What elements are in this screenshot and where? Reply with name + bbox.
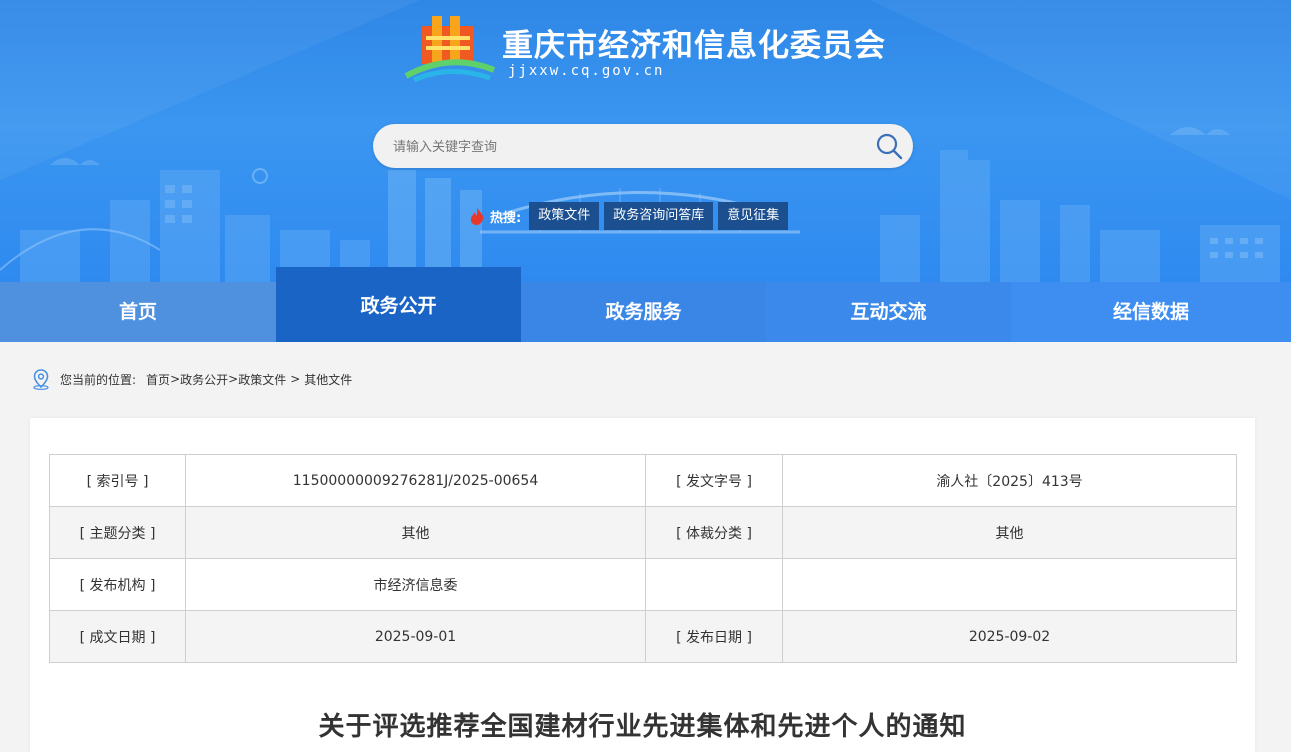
meta-value-index-number: 11500000009276281J/2025-00654 [185,454,646,507]
meta-value-creation-date: 2025-09-01 [185,610,646,663]
nav-government-affairs-disclosure[interactable]: 政务公开 [276,267,521,342]
main-nav: 首页 政务公开 政务服务 互动交流 经信数据 [0,267,1291,342]
search-icon[interactable] [875,132,903,160]
table-row: [ 主题分类 ] 其他 [ 体裁分类 ] 其他 [49,506,1237,559]
hot-tag-consultation-qa[interactable]: 政务咨询问答库 [604,202,714,230]
meta-key-subject-category: [ 主题分类 ] [49,506,186,559]
site-domain: jjxxw.cq.gov.cn [508,63,665,79]
site-header: 重庆市经济和信息化委员会 jjxxw.cq.gov.cn 热搜: 政策文件 政务… [0,0,1291,282]
breadcrumb-current[interactable]: 其他文件 [304,371,352,388]
location-pin-icon [33,369,49,390]
meta-key-empty [645,558,783,611]
hot-search-label: 热搜: [490,210,522,226]
table-row: [ 索引号 ] 11500000009276281J/2025-00654 [ … [49,454,1237,507]
breadcrumb-prefix: 您当前的位置: [60,372,137,387]
hot-tag-opinion-solicitation[interactable]: 意见征集 [718,202,789,230]
meta-value-publish-date: 2025-09-02 [782,610,1237,663]
nav-home[interactable]: 首页 [0,282,276,342]
breadcrumb-home[interactable]: 首页 [146,371,170,388]
table-row: [ 发布机构 ] 市经济信息委 [49,558,1237,611]
hot-tag-policy-documents[interactable]: 政策文件 [529,202,600,230]
document-metadata-table: [ 索引号 ] 11500000009276281J/2025-00654 [ … [49,454,1237,663]
meta-value-genre-category: 其他 [782,506,1237,559]
meta-key-index-number: [ 索引号 ] [49,454,186,507]
breadcrumb: 您当前的位置: 首页 > 政务公开 > 政策文件 > 其他文件 [30,366,352,392]
meta-value-empty [782,558,1237,611]
meta-key-document-number: [ 发文字号 ] [645,454,783,507]
government-emblem-icon [404,16,496,82]
meta-key-issuing-agency: [ 发布机构 ] [49,558,186,611]
breadcrumb-separator: > [228,372,239,386]
meta-value-subject-category: 其他 [185,506,646,559]
hot-search: 热搜: 政策文件 政务咨询问答库 意见征集 [468,201,793,231]
meta-key-genre-category: [ 体裁分类 ] [645,506,783,559]
meta-key-creation-date: [ 成文日期 ] [49,610,186,663]
site-title: 重庆市经济和信息化委员会 [502,28,886,64]
search-input[interactable] [391,124,855,170]
site-logo[interactable]: 重庆市经济和信息化委员会 jjxxw.cq.gov.cn [404,12,886,84]
flame-icon [470,207,484,225]
nav-interaction[interactable]: 互动交流 [766,282,1011,342]
table-row: [ 成文日期 ] 2025-09-01 [ 发布日期 ] 2025-09-02 [49,610,1237,663]
search-bar [373,124,913,170]
breadcrumb-separator: > [170,372,181,386]
nav-economic-data[interactable]: 经信数据 [1011,282,1291,342]
meta-value-document-number: 渝人社〔2025〕413号 [782,454,1237,507]
meta-value-issuing-agency: 市经济信息委 [185,558,646,611]
breadcrumb-policy-documents[interactable]: 政策文件 [238,371,286,388]
breadcrumb-separator: > [290,372,301,386]
meta-key-publish-date: [ 发布日期 ] [645,610,783,663]
nav-government-services[interactable]: 政务服务 [521,282,766,342]
document-panel: [ 索引号 ] 11500000009276281J/2025-00654 [ … [30,418,1255,752]
document-title: 关于评选推荐全国建材行业先进集体和先进个人的通知 [318,712,967,742]
breadcrumb-government-affairs[interactable]: 政务公开 [180,371,228,388]
